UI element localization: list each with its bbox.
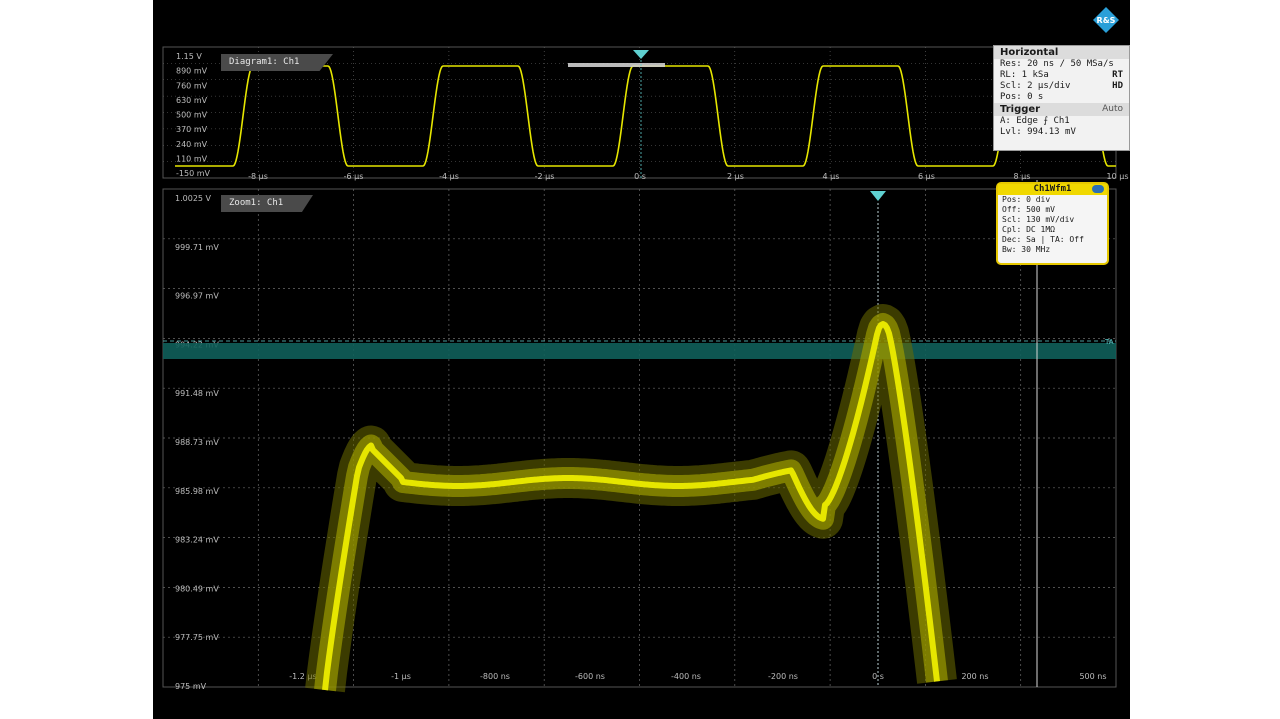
zoom-x-label: -1 µs	[391, 672, 411, 681]
channel-decimation: Dec: Sa | TA: Off	[1002, 235, 1084, 244]
channel-bandwidth: Bw: 30 MHz	[1002, 245, 1051, 254]
upper-x-label: 6 µs	[918, 172, 935, 181]
zoom-y-label: 988.73 mV	[175, 438, 219, 447]
zoom-y-label: 975 mV	[175, 682, 207, 691]
zoom-y-label: 977.75 mV	[175, 633, 219, 642]
upper-x-label: 4 µs	[823, 172, 840, 181]
channel-coupling: Cpl: DC 1MΩ	[1002, 225, 1055, 234]
zoom-y-label: 980.49 mV	[175, 584, 219, 593]
toggle-icon[interactable]	[1092, 185, 1104, 193]
oscilloscope-screen: 1.15 V 890 mV 760 mV 630 mV 500 mV 370 mV 240 …	[153, 0, 1130, 719]
waveform-area[interactable]: 1.15 V 890 mV 760 mV 630 mV 500 mV 370 mV 240 …	[153, 0, 1130, 719]
trigger-edge-value: A: Edge ⨍ Ch1	[1000, 116, 1070, 126]
upper-y-label: 110 mV	[176, 154, 208, 163]
upper-y-label: 890 mV	[176, 67, 208, 76]
rohde-schwarz-logo-icon: R&S	[1093, 7, 1119, 33]
zoom1-tab[interactable]: Zoom1: Ch1	[221, 195, 313, 212]
upper-y-label: 760 mV	[176, 81, 208, 90]
upper-x-label: -2 µs	[535, 172, 555, 181]
upper-y-label: 240 mV	[176, 140, 208, 149]
channel-scale: Scl: 130 mV/div	[1002, 215, 1075, 224]
upper-x-label: -8 µs	[248, 172, 268, 181]
zoom-y-label: 999.71 mV	[175, 243, 219, 252]
upper-x-label: -6 µs	[344, 172, 364, 181]
zoom-x-label: -600 ns	[575, 672, 605, 681]
upper-x-label: 8 µs	[1014, 172, 1031, 181]
upper-x-label: 0 s	[634, 172, 646, 181]
diagram1-tab[interactable]: Diagram1: Ch1	[221, 54, 333, 71]
trigger-level-band	[163, 343, 1116, 359]
trigger-level-marker: TA	[1104, 338, 1114, 346]
diagram1-tab-label: Diagram1: Ch1	[229, 57, 300, 67]
zoom-x-label: -800 ns	[480, 672, 510, 681]
zoom-x-label: -200 ns	[768, 672, 798, 681]
upper-x-label: 2 µs	[727, 172, 744, 181]
svg-text:R&S: R&S	[1097, 16, 1116, 25]
zoom-y-label: 1.0025 V	[175, 194, 212, 203]
hd-badge: HD	[1112, 81, 1123, 91]
channel-position: Pos: 0 div	[1002, 195, 1051, 204]
upper-y-label: 1.15 V	[176, 52, 202, 61]
upper-x-label: -4 µs	[439, 172, 459, 181]
zoom-x-label: 500 ns	[1079, 672, 1106, 681]
upper-y-label: -150 mV	[176, 169, 210, 178]
channel1-title: Ch1Wfm1	[1033, 184, 1072, 194]
zoom1-tab-label: Zoom1: Ch1	[229, 198, 284, 208]
upper-x-label: 10 µs	[1107, 172, 1129, 181]
upper-y-label: 630 mV	[176, 96, 208, 105]
scale-value: Scl: 2 µs/div	[1000, 81, 1071, 91]
horizontal-panel[interactable]: Horizontal Res: 20 ns / 50 MSa/s RL: 1 k…	[993, 45, 1130, 151]
upper-y-label: 500 mV	[176, 111, 208, 120]
channel-offset: Off: 500 mV	[1002, 205, 1055, 214]
upper-y-label: 370 mV	[176, 125, 208, 134]
zoom-y-label: 996.97 mV	[175, 292, 219, 301]
trigger-mode: Auto	[1102, 104, 1123, 114]
zoom-window-indicator	[568, 63, 665, 67]
horizontal-title: Horizontal	[994, 46, 1129, 59]
zoom-x-label: -400 ns	[671, 672, 701, 681]
trigger-level-value: Lvl: 994.13 mV	[1000, 127, 1076, 137]
rt-badge: RT	[1112, 70, 1123, 80]
position-value: Pos: 0 s	[1000, 92, 1044, 102]
zoom-y-label: 991.48 mV	[175, 389, 219, 398]
trigger-title: Trigger	[1000, 104, 1041, 115]
channel1-panel[interactable]: Ch1Wfm1 Pos: 0 div Off: 500 mV Scl: 130 …	[996, 182, 1109, 265]
resolution-value: Res: 20 ns / 50 MSa/s	[1000, 59, 1114, 69]
record-length-value: RL: 1 kSa	[1000, 70, 1049, 80]
zoom-y-label: 983.24 mV	[175, 536, 219, 545]
zoom-y-label: 985.98 mV	[175, 487, 219, 496]
zoom-x-label: 200 ns	[961, 672, 988, 681]
